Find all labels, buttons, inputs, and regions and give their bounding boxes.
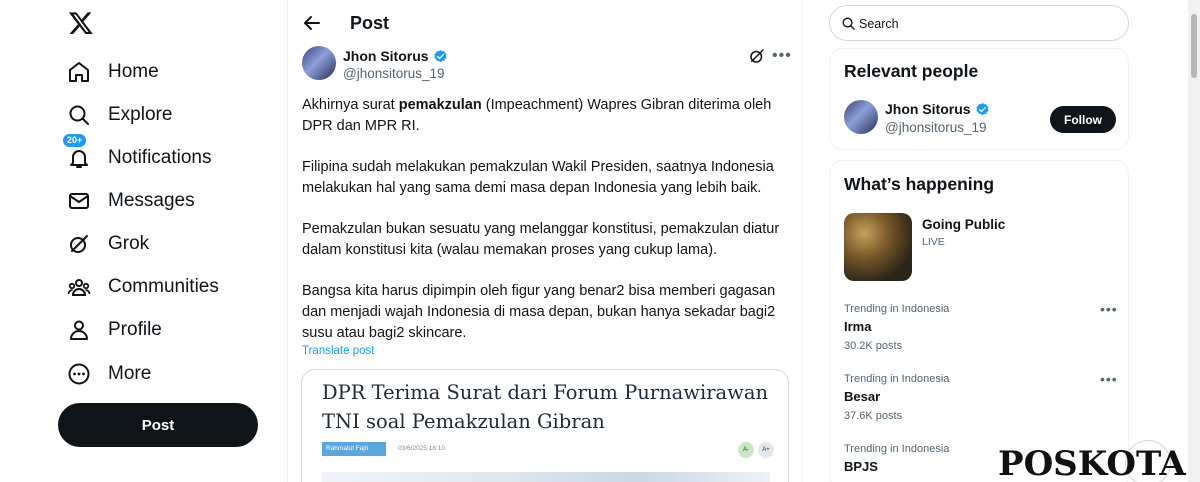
avatar[interactable] bbox=[302, 46, 336, 80]
page-title: Post bbox=[350, 13, 390, 33]
more-options-icon[interactable]: ••• bbox=[772, 47, 792, 65]
watermark-logo: POSKOTA bbox=[998, 444, 1186, 482]
font-decrease-button: A- bbox=[738, 442, 754, 458]
more-options-icon[interactable]: ••• bbox=[1100, 371, 1118, 387]
nav-communities-label: Communities bbox=[108, 276, 219, 297]
scrollbar[interactable] bbox=[1188, 0, 1200, 482]
verified-badge-icon bbox=[433, 49, 447, 62]
nav-home-label: Home bbox=[108, 61, 159, 82]
divider bbox=[802, 0, 803, 482]
post-paragraph: Filipina sudah melakukan pemakzulan Waki… bbox=[302, 159, 774, 196]
featured-status: LIVE bbox=[922, 236, 945, 248]
card-image bbox=[322, 472, 770, 482]
envelope-icon bbox=[66, 188, 92, 214]
post-paragraph: Bangsa kita harus dipimpin oleh figur ya… bbox=[302, 283, 776, 341]
whats-happening-title: What’s happening bbox=[844, 174, 995, 194]
more-circle-icon bbox=[66, 361, 92, 387]
relevant-person-name[interactable]: Jhon Sitorus bbox=[885, 101, 990, 117]
nav-home[interactable]: Home bbox=[66, 52, 159, 92]
trend-item[interactable]: Trending in Indonesia Irma 30.2K posts •… bbox=[844, 301, 1118, 353]
people-icon bbox=[66, 274, 92, 300]
bell-icon: 20+ bbox=[62, 133, 92, 171]
nav-profile-label: Profile bbox=[108, 319, 162, 340]
avatar[interactable] bbox=[844, 100, 878, 134]
trend-count: 37.6K posts bbox=[844, 410, 903, 422]
author-handle[interactable]: @jhonsitorus_19 bbox=[343, 66, 445, 81]
notifications-badge: 20+ bbox=[62, 133, 88, 148]
trend-item[interactable]: Trending in Indonesia Besar 37.6K posts … bbox=[844, 371, 1118, 423]
card-headline: DPR Terima Surat dari Forum Purnawirawan… bbox=[322, 381, 769, 433]
whats-happening-panel: What’s happening Going Public LIVE Trend… bbox=[829, 160, 1129, 482]
grok-icon[interactable] bbox=[748, 47, 766, 65]
featured-thumbnail[interactable] bbox=[844, 213, 912, 281]
relevant-person-name-text: Jhon Sitorus bbox=[885, 101, 971, 117]
trend-name: BPJS bbox=[844, 459, 878, 474]
post-text: Akhirnya surat pemakzulan (Impeachment) … bbox=[302, 95, 782, 343]
relevant-people-panel: Relevant people Jhon Sitorus @jhonsitoru… bbox=[829, 48, 1129, 150]
person-icon bbox=[66, 317, 92, 343]
post-text-bold: pemakzulan bbox=[398, 97, 482, 113]
left-sidebar: Home Explore 20+ Notifications Messages … bbox=[56, 0, 286, 482]
nav-grok-label: Grok bbox=[108, 233, 150, 254]
nav-grok[interactable]: Grok bbox=[66, 224, 149, 264]
trend-context: Trending in Indonesia bbox=[844, 373, 950, 385]
trend-count: 30.2K posts bbox=[844, 340, 903, 352]
link-card[interactable]: DPR Terima Surat dari Forum Purnawirawan… bbox=[301, 369, 789, 482]
translate-link[interactable]: Translate post bbox=[302, 345, 374, 357]
scrollbar-thumb[interactable] bbox=[1191, 14, 1197, 78]
relevant-person-handle[interactable]: @jhonsitorus_19 bbox=[885, 120, 987, 135]
relevant-people-title: Relevant people bbox=[844, 61, 979, 81]
nav-explore[interactable]: Explore bbox=[66, 95, 172, 135]
search-icon bbox=[66, 102, 92, 128]
author-name[interactable]: Jhon Sitorus bbox=[343, 48, 448, 64]
search-icon bbox=[842, 17, 855, 30]
verified-badge-icon bbox=[975, 102, 989, 115]
back-arrow-icon[interactable] bbox=[302, 13, 322, 33]
follow-button[interactable]: Follow bbox=[1050, 106, 1116, 133]
card-date: 03/6/2025 18:10 bbox=[398, 445, 445, 452]
nav-messages-label: Messages bbox=[108, 190, 195, 211]
trend-context: Trending in Indonesia bbox=[844, 303, 950, 315]
nav-notifications-label: Notifications bbox=[108, 147, 212, 168]
post-button[interactable]: Post bbox=[58, 403, 258, 447]
post-paragraph: Pemakzulan bukan sesuatu yang melanggar … bbox=[302, 221, 780, 258]
post-header: Post bbox=[288, 0, 802, 46]
nav-explore-label: Explore bbox=[108, 104, 173, 125]
font-increase-button: A+ bbox=[758, 442, 774, 458]
post-text-segment: Akhirnya surat bbox=[302, 97, 399, 113]
grok-icon bbox=[66, 231, 92, 257]
featured-title[interactable]: Going Public bbox=[922, 217, 1005, 232]
nav-more-label: More bbox=[108, 363, 152, 384]
nav-messages[interactable]: Messages bbox=[66, 181, 195, 221]
search-input[interactable]: Search bbox=[829, 5, 1129, 41]
x-logo-icon[interactable] bbox=[68, 10, 94, 36]
nav-notifications[interactable]: 20+ Notifications bbox=[62, 133, 212, 178]
trend-name: Irma bbox=[844, 319, 872, 334]
nav-profile[interactable]: Profile bbox=[66, 310, 162, 350]
trend-name: Besar bbox=[844, 389, 881, 404]
more-options-icon[interactable]: ••• bbox=[1100, 301, 1118, 317]
search-placeholder: Search bbox=[859, 17, 899, 31]
nav-more[interactable]: More bbox=[66, 354, 151, 394]
post-detail: Post Jhon Sitorus @jhonsitorus_19 ••• Ak… bbox=[288, 0, 802, 482]
nav-communities[interactable]: Communities bbox=[66, 267, 219, 307]
post-paragraph: Akhirnya surat pemakzulan (Impeachment) … bbox=[302, 95, 782, 136]
home-icon bbox=[66, 59, 92, 85]
card-author: Rahmatul Fajri bbox=[322, 442, 386, 456]
author-name-text: Jhon Sitorus bbox=[343, 48, 429, 64]
trend-context: Trending in Indonesia bbox=[844, 443, 950, 455]
